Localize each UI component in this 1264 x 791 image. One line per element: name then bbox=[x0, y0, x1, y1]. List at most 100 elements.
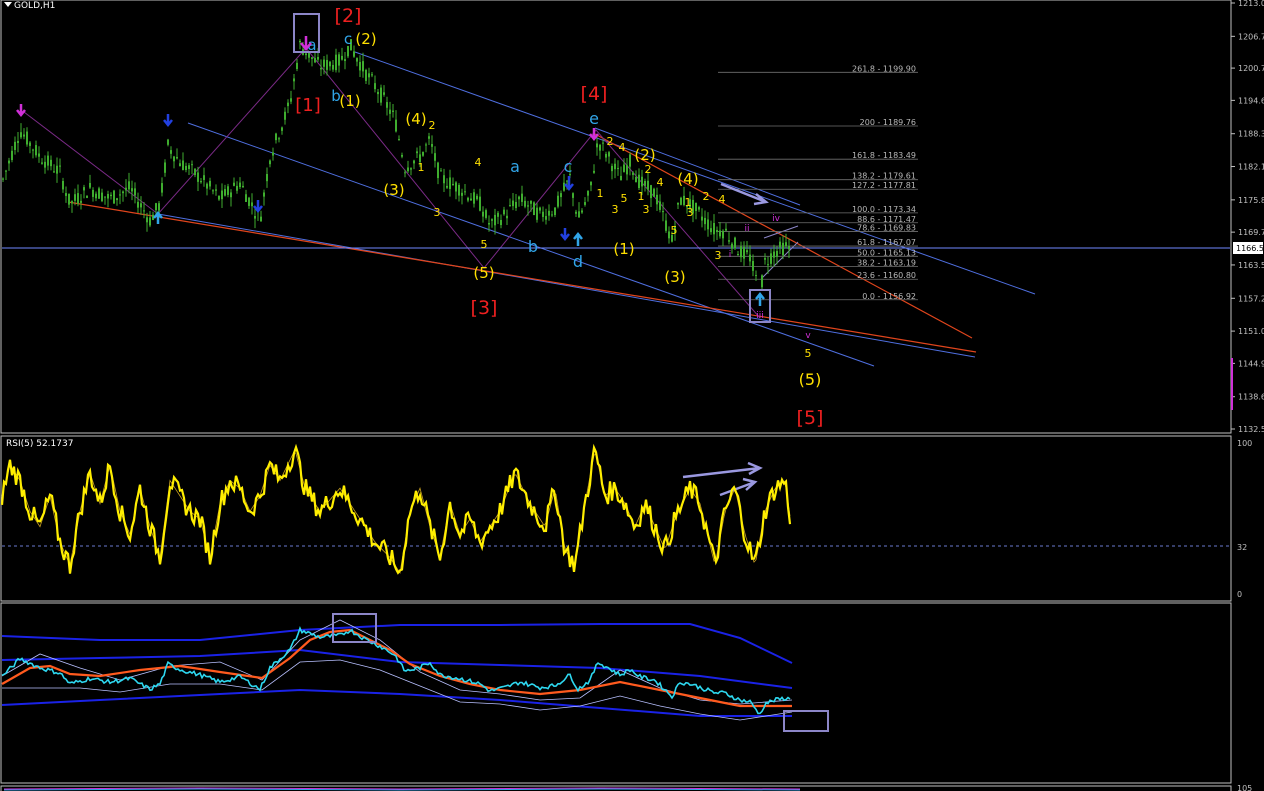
drawn-arrow-icon bbox=[720, 182, 769, 206]
candle-body bbox=[233, 182, 235, 186]
price-tick-label: 1144.9 bbox=[1238, 359, 1264, 368]
candle-body bbox=[245, 194, 247, 202]
main-price-axis: 1213.0 1206.7 1200.7 1194.6 1188.3 1182.1 1175… bbox=[1231, 0, 1264, 434]
fib-level-label: 100.0 - 1173.34 bbox=[852, 205, 916, 214]
arrow-down-icon bbox=[560, 228, 570, 242]
candle-body bbox=[461, 192, 463, 196]
candle-body bbox=[104, 196, 106, 198]
candle-body bbox=[386, 102, 388, 108]
candle-body bbox=[194, 168, 196, 176]
candle-body bbox=[230, 192, 232, 198]
candle-body bbox=[41, 162, 43, 164]
wave-label: 3 bbox=[434, 206, 441, 219]
candle-body bbox=[359, 61, 361, 71]
candle-body bbox=[311, 57, 313, 59]
candle-body bbox=[653, 188, 655, 197]
candle-body bbox=[329, 61, 331, 67]
rsi-tick-100: 100 bbox=[1237, 439, 1252, 448]
candle-body bbox=[410, 168, 412, 170]
candle-body bbox=[8, 160, 10, 164]
candle-body bbox=[227, 186, 229, 195]
candle-body bbox=[44, 161, 46, 168]
wave-label: (3) bbox=[383, 181, 404, 199]
candle-body bbox=[614, 163, 616, 170]
current-price-label: 1166.5 bbox=[1236, 244, 1264, 253]
candle-body bbox=[59, 165, 61, 167]
candle-body bbox=[785, 242, 787, 247]
candle-body bbox=[116, 198, 118, 201]
candle-body bbox=[209, 180, 211, 187]
candle-body bbox=[380, 87, 382, 103]
candle-body bbox=[737, 253, 739, 256]
price-tick-label: 1157.2 bbox=[1238, 294, 1264, 303]
price-tick-label: 1194.6 bbox=[1238, 96, 1264, 105]
price-tick-label: 1163.5 bbox=[1238, 261, 1264, 270]
trend-lines-red bbox=[67, 133, 977, 353]
candle-body bbox=[734, 237, 736, 249]
candle-body bbox=[656, 194, 658, 205]
chart-dropdown-icon[interactable] bbox=[4, 2, 12, 7]
fib-level-label: 138.2 - 1179.61 bbox=[852, 172, 916, 181]
candle-body bbox=[467, 197, 469, 201]
candle-body bbox=[695, 202, 697, 212]
candle-body bbox=[770, 253, 772, 264]
wave-label: [3] bbox=[471, 297, 498, 319]
candle-body bbox=[536, 207, 538, 220]
candle-body bbox=[389, 109, 391, 114]
wave-label: c bbox=[344, 30, 352, 48]
candle-body bbox=[275, 133, 277, 141]
lower-tick: 105 bbox=[1237, 784, 1252, 791]
wave-label: 2 bbox=[703, 190, 710, 203]
candle-body bbox=[620, 175, 622, 181]
wave-label: b bbox=[528, 237, 538, 256]
candle-body bbox=[332, 64, 334, 70]
candle-body bbox=[476, 195, 478, 200]
candle-body bbox=[191, 164, 193, 166]
candle-body bbox=[179, 163, 181, 167]
candle-body bbox=[506, 215, 508, 219]
candle-body bbox=[221, 190, 223, 200]
candle-body bbox=[212, 190, 214, 192]
arrow-down-icon bbox=[163, 114, 173, 128]
fib-level-label: 261.8 - 1199.90 bbox=[852, 64, 916, 73]
candle-body bbox=[779, 241, 781, 248]
candle-body bbox=[611, 165, 613, 172]
wave-label: (1) bbox=[339, 92, 360, 110]
candle-body bbox=[260, 216, 262, 222]
candle-body bbox=[413, 160, 415, 164]
candle-body bbox=[344, 59, 346, 62]
wave-label: i bbox=[729, 250, 732, 260]
arrow-down-icon bbox=[564, 176, 574, 192]
candle-body bbox=[608, 152, 610, 157]
wave-label: 2 bbox=[645, 163, 652, 176]
candle-body bbox=[710, 228, 712, 233]
candle-body bbox=[35, 145, 37, 156]
candle-body bbox=[539, 207, 541, 211]
wave-label: [4] bbox=[581, 83, 608, 105]
candle-body bbox=[101, 192, 103, 202]
candle-body bbox=[140, 203, 142, 208]
lower-pane-lines bbox=[3, 787, 801, 791]
candle-body bbox=[173, 156, 175, 162]
wave-label: v bbox=[805, 331, 811, 341]
candle-body bbox=[542, 211, 544, 217]
candle-body bbox=[593, 170, 595, 173]
candle-body bbox=[338, 54, 340, 66]
highlight-box bbox=[783, 710, 829, 732]
candle-body bbox=[428, 136, 430, 139]
bands-pane bbox=[0, 602, 1232, 784]
candle-body bbox=[725, 228, 727, 231]
candle-body bbox=[530, 200, 532, 204]
candle-body bbox=[284, 111, 286, 120]
candle-body bbox=[395, 119, 397, 132]
fib-level-label: 127.2 - 1177.81 bbox=[852, 181, 916, 190]
wave-label: iv bbox=[772, 214, 781, 224]
candle-body bbox=[443, 175, 445, 184]
price-tick-label: 1138.6 bbox=[1238, 393, 1264, 402]
price-tick-label: 1200.7 bbox=[1238, 64, 1264, 73]
price-tick-label: 1206.7 bbox=[1238, 32, 1264, 41]
candle-body bbox=[20, 132, 22, 138]
candle-body bbox=[767, 264, 769, 266]
candle-body bbox=[371, 74, 373, 76]
candle-body bbox=[206, 183, 208, 189]
